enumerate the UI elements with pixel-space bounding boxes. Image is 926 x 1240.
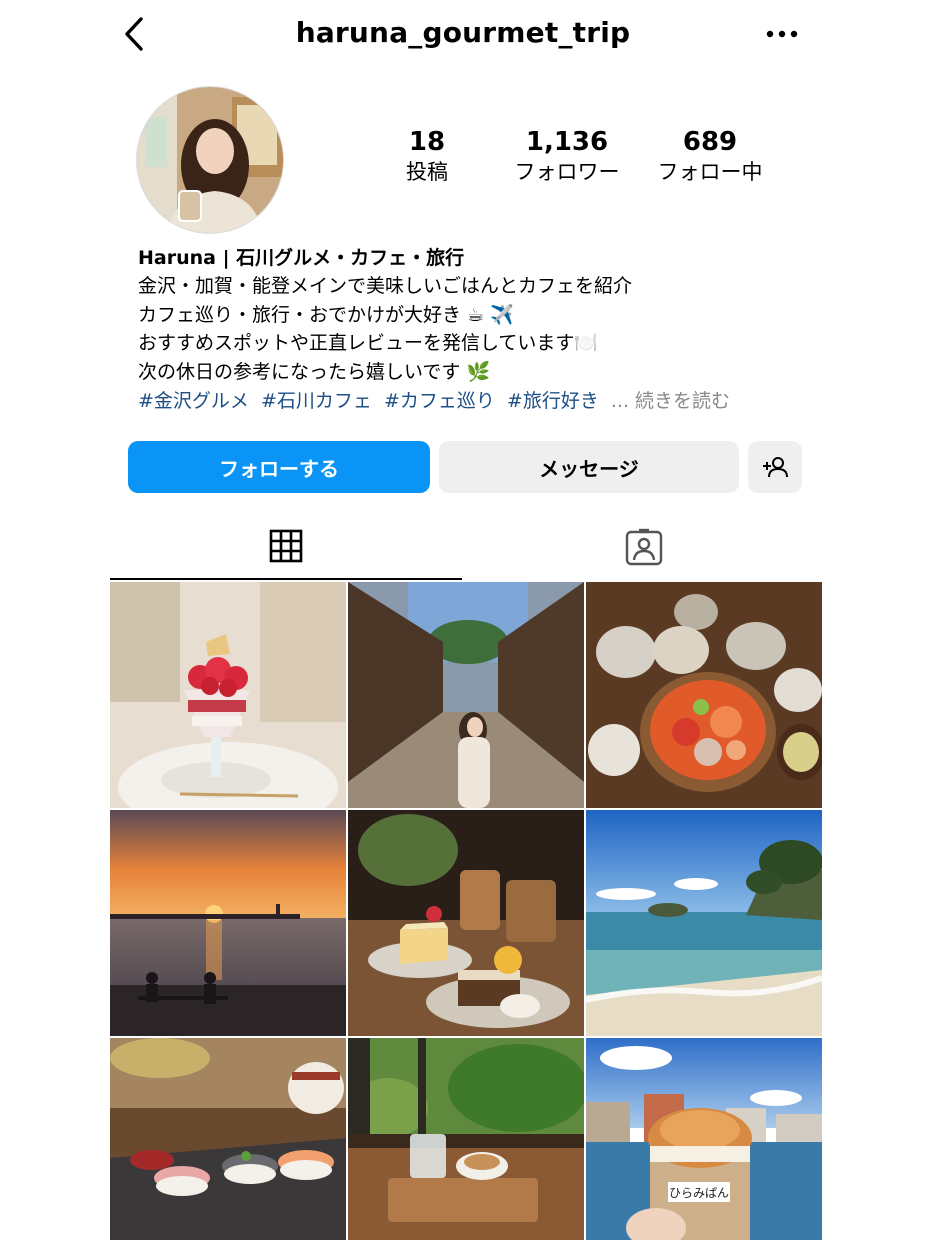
- cup-caption: ひらみぱん: [669, 1186, 729, 1200]
- profile-bio: Haruna | 石川グルメ・カフェ・旅行 金沢・加賀・能登メインで美味しいごは…: [138, 244, 838, 416]
- posts-count-stat[interactable]: 18 投稿: [357, 126, 497, 186]
- add-user-icon: [763, 457, 788, 478]
- hashtag-row: #金沢グルメ #石川カフェ #カフェ巡り #旅行好き ... 続きを読む: [138, 386, 838, 416]
- hashtag-link[interactable]: #金沢グルメ: [138, 390, 249, 412]
- stat-value: 18: [408, 127, 446, 157]
- profile-avatar[interactable]: [136, 86, 284, 234]
- follow-button[interactable]: フォローする: [128, 441, 430, 493]
- following-count-stat[interactable]: 689 フォロー中: [640, 126, 780, 186]
- read-more-link[interactable]: 続きを読む: [635, 390, 730, 412]
- post-thumbnail[interactable]: [348, 810, 584, 1036]
- stat-value: 689: [682, 127, 738, 157]
- post-thumbnail[interactable]: [348, 582, 584, 808]
- suggest-users-button[interactable]: [748, 441, 802, 493]
- display-name: Haruna | 石川グルメ・カフェ・旅行: [138, 247, 465, 269]
- grid-icon: [269, 529, 303, 563]
- tab-tagged[interactable]: [466, 514, 822, 580]
- posts-grid: ひらみぱん: [110, 582, 822, 1240]
- followers-count-stat[interactable]: 1,136 フォロワー: [497, 126, 637, 186]
- stat-label: フォロワー: [514, 160, 620, 184]
- stat-label: 投稿: [406, 160, 448, 184]
- post-thumbnail[interactable]: [110, 810, 346, 1036]
- hashtag-link[interactable]: #石川カフェ: [261, 390, 372, 412]
- bio-line: 金沢・加賀・能登メインで美味しいごはんとカフェを紹介: [138, 275, 633, 297]
- bio-line: カフェ巡り・旅行・おでかけが大好き ☕ ✈️: [138, 303, 514, 326]
- stat-value: 1,136: [525, 127, 609, 157]
- bio-line: 次の休日の参考になったら嬉しいです 🌿: [138, 360, 491, 383]
- tab-posts-grid[interactable]: [110, 514, 462, 580]
- profile-tabs: [110, 514, 822, 580]
- hashtag-link[interactable]: #カフェ巡り: [384, 390, 495, 412]
- stat-label: フォロー中: [657, 160, 763, 184]
- hashtag-link[interactable]: #旅行好き: [507, 390, 599, 412]
- message-button[interactable]: メッセージ: [439, 441, 739, 493]
- more-options-button[interactable]: [762, 20, 802, 48]
- post-thumbnail[interactable]: [110, 582, 346, 808]
- post-thumbnail[interactable]: [348, 1038, 584, 1240]
- top-bar: haruna_gourmet_trip: [0, 0, 926, 70]
- post-thumbnail[interactable]: [586, 810, 822, 1036]
- post-thumbnail[interactable]: [586, 582, 822, 808]
- post-thumbnail[interactable]: ひらみぱん: [586, 1038, 822, 1240]
- post-thumbnail[interactable]: [110, 1038, 346, 1240]
- tagged-person-icon: [625, 528, 663, 566]
- bio-ellipsis: ...: [610, 390, 629, 412]
- more-horizontal-icon: [766, 30, 798, 38]
- bio-line: おすすめスポットや正直レビューを発信しています🍽️: [138, 332, 599, 354]
